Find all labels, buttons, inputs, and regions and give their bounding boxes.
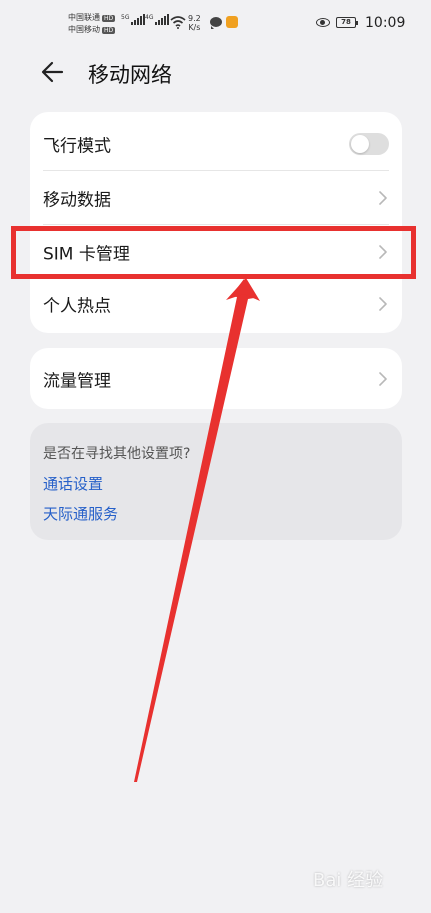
network-speed: 9.2 K/s — [188, 14, 201, 32]
network-settings-card: 飞行模式 移动数据 SIM 卡管理 个人热点 — [30, 112, 402, 333]
airplane-mode-label: 飞行模式 — [43, 136, 111, 156]
status-time: 10:09 — [365, 15, 406, 31]
wifi-icon — [170, 16, 186, 29]
page-title: 移动网络 — [88, 63, 172, 87]
arrow-left-icon — [41, 61, 64, 83]
airplane-mode-row: 飞行模式 — [30, 117, 402, 170]
chevron-right-icon — [379, 190, 387, 205]
chevron-right-icon — [379, 371, 387, 386]
carrier-info: 中国联通 HD 中国移动 HD — [68, 12, 116, 36]
chevron-right-icon — [379, 296, 387, 311]
hd-badge-1: HD — [102, 14, 116, 22]
speed-value: 9.2 — [188, 14, 201, 23]
data-usage-row[interactable]: 流量管理 — [30, 352, 402, 405]
mobile-data-row[interactable]: 移动数据 — [30, 171, 402, 224]
airplane-mode-toggle[interactable] — [349, 132, 389, 155]
network-type-2: 4G — [145, 14, 154, 21]
signal-icon: 5G — [121, 14, 146, 25]
suggestions-prompt: 是否在寻找其他设置项? — [43, 446, 191, 462]
app-notification-icon — [226, 16, 238, 28]
carrier-1-name: 中国联通 — [68, 13, 100, 22]
hotspot-label: 个人热点 — [43, 296, 111, 316]
data-usage-label: 流量管理 — [43, 371, 111, 391]
hd-badge-2: HD — [102, 26, 116, 34]
carrier-2-name: 中国移动 — [68, 25, 100, 34]
highlight-box — [11, 226, 416, 279]
call-settings-link[interactable]: 通话设置 — [43, 473, 103, 494]
network-type-1: 5G — [121, 14, 130, 21]
eye-icon — [316, 18, 330, 27]
skytone-service-link[interactable]: 天际通服务 — [43, 503, 118, 524]
mobile-data-label: 移动数据 — [43, 190, 111, 210]
status-bar: 中国联通 HD 中国移动 HD 5G 4G 9.2 K/s 78 10:09 — [0, 0, 431, 44]
toggle-knob — [351, 134, 369, 153]
chat-icon — [210, 17, 222, 29]
back-button[interactable] — [38, 56, 72, 88]
speed-unit: K/s — [188, 23, 201, 32]
watermark: Bai 经验 — [313, 870, 384, 891]
suggestions-card: 是否在寻找其他设置项? 通话设置 天际通服务 — [30, 423, 402, 540]
hotspot-row[interactable]: 个人热点 — [30, 277, 402, 330]
battery-icon: 78 — [336, 17, 358, 28]
data-usage-card: 流量管理 — [30, 348, 402, 409]
signal-icon-2: 4G — [145, 14, 170, 25]
